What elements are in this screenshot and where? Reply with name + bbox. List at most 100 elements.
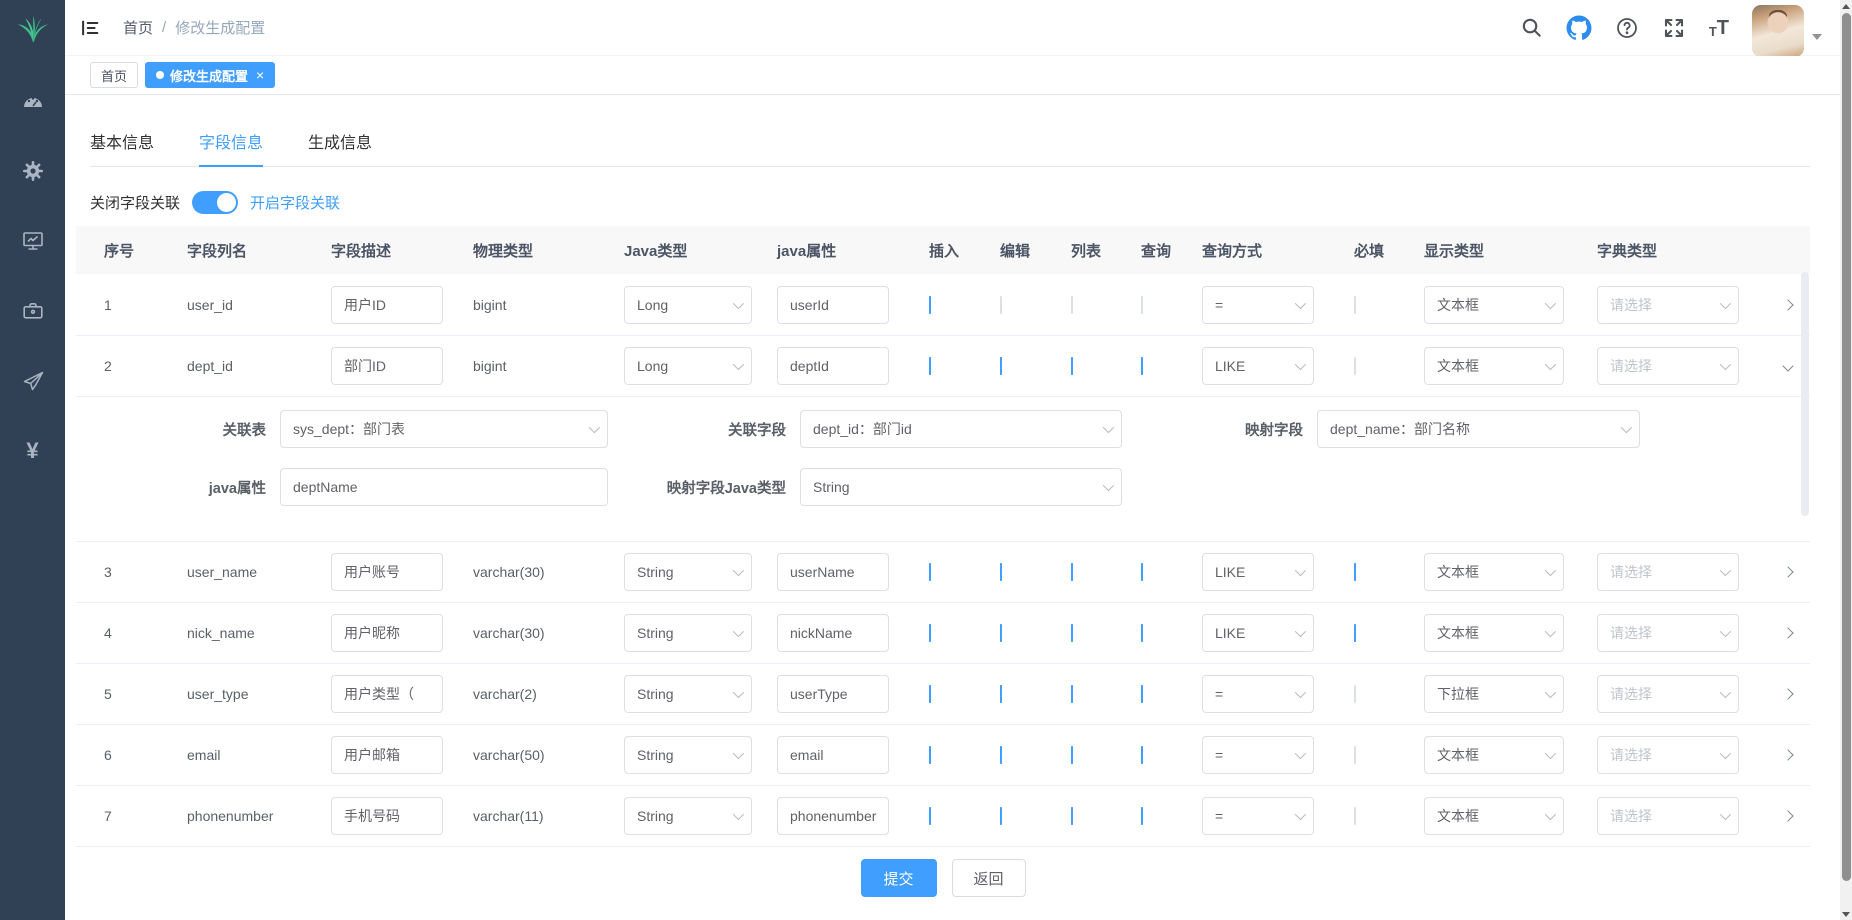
list-checkbox[interactable] bbox=[1071, 746, 1073, 764]
html-type-select[interactable]: 文本框 bbox=[1424, 614, 1564, 652]
insert-checkbox[interactable] bbox=[929, 807, 931, 825]
edit-checkbox[interactable] bbox=[1000, 685, 1002, 703]
query-mode-select[interactable]: = bbox=[1202, 797, 1314, 835]
github-icon[interactable] bbox=[1566, 15, 1592, 41]
page-scrollbar-thumb[interactable] bbox=[1842, 13, 1851, 881]
java-field-input[interactable]: email bbox=[777, 736, 889, 774]
java-field-input[interactable]: deptId bbox=[777, 347, 889, 385]
fullscreen-icon[interactable] bbox=[1662, 16, 1686, 40]
expand-toggle[interactable] bbox=[1779, 808, 1796, 825]
relation-field-select[interactable]: dept_id：部门id bbox=[800, 410, 1122, 448]
query-checkbox[interactable] bbox=[1141, 624, 1143, 642]
query-mode-select[interactable]: LIKE bbox=[1202, 614, 1314, 652]
edit-checkbox[interactable] bbox=[1000, 624, 1002, 642]
tab-generate-info[interactable]: 生成信息 bbox=[308, 129, 372, 166]
hamburger-icon[interactable] bbox=[79, 17, 101, 39]
app-logo[interactable] bbox=[0, 0, 65, 58]
relation-on-label[interactable]: 开启字段关联 bbox=[250, 192, 340, 213]
required-checkbox[interactable] bbox=[1354, 624, 1356, 642]
required-checkbox[interactable] bbox=[1354, 357, 1356, 375]
column-comment-input[interactable]: 用户邮箱 bbox=[331, 736, 443, 774]
edit-checkbox[interactable] bbox=[1000, 807, 1002, 825]
dict-type-select[interactable]: 请选择 bbox=[1597, 347, 1739, 385]
query-checkbox[interactable] bbox=[1141, 296, 1143, 314]
java-field-input[interactable]: userId bbox=[777, 286, 889, 324]
user-menu[interactable] bbox=[1752, 0, 1822, 57]
java-type-select[interactable]: String bbox=[624, 675, 752, 713]
required-checkbox[interactable] bbox=[1354, 807, 1356, 825]
insert-checkbox[interactable] bbox=[929, 746, 931, 764]
java-type-select[interactable]: Long bbox=[624, 347, 752, 385]
tag-close-icon[interactable]: × bbox=[256, 67, 264, 83]
table-scrollbar-thumb[interactable] bbox=[1801, 272, 1809, 516]
query-checkbox[interactable] bbox=[1141, 357, 1143, 375]
font-size-icon[interactable]: TT bbox=[1709, 18, 1729, 38]
insert-checkbox[interactable] bbox=[929, 357, 931, 375]
dict-type-select[interactable]: 请选择 bbox=[1597, 553, 1739, 591]
java-field-input[interactable]: phonenumber bbox=[777, 797, 889, 835]
relation-table-select[interactable]: sys_dept：部门表 bbox=[280, 410, 608, 448]
avatar[interactable] bbox=[1752, 5, 1804, 57]
search-icon[interactable] bbox=[1520, 16, 1543, 39]
required-checkbox[interactable] bbox=[1354, 746, 1356, 764]
edit-checkbox[interactable] bbox=[1000, 296, 1002, 314]
html-type-select[interactable]: 下拉框 bbox=[1424, 675, 1564, 713]
html-type-select[interactable]: 文本框 bbox=[1424, 553, 1564, 591]
map-field-select[interactable]: dept_name：部门名称 bbox=[1317, 410, 1640, 448]
java-field-input[interactable]: nickName bbox=[777, 614, 889, 652]
question-icon[interactable] bbox=[1615, 16, 1639, 40]
query-mode-select[interactable]: LIKE bbox=[1202, 553, 1314, 591]
query-mode-select[interactable]: = bbox=[1202, 286, 1314, 324]
map-java-type-select[interactable]: String bbox=[800, 468, 1122, 506]
query-checkbox[interactable] bbox=[1141, 807, 1143, 825]
edit-checkbox[interactable] bbox=[1000, 746, 1002, 764]
html-type-select[interactable]: 文本框 bbox=[1424, 347, 1564, 385]
tag-active[interactable]: 修改生成配置 × bbox=[145, 62, 275, 88]
java-type-select[interactable]: String bbox=[624, 797, 752, 835]
scroll-down-icon[interactable] bbox=[1840, 908, 1852, 920]
tab-field-info[interactable]: 字段信息 bbox=[199, 129, 263, 166]
list-checkbox[interactable] bbox=[1071, 296, 1073, 314]
expand-toggle[interactable] bbox=[1779, 747, 1796, 764]
query-mode-select[interactable]: LIKE bbox=[1202, 347, 1314, 385]
query-mode-select[interactable]: = bbox=[1202, 736, 1314, 774]
dict-type-select[interactable]: 请选择 bbox=[1597, 286, 1739, 324]
sidebar-item-monitor[interactable] bbox=[0, 206, 65, 276]
list-checkbox[interactable] bbox=[1071, 807, 1073, 825]
submit-button[interactable]: 提交 bbox=[861, 859, 937, 897]
list-checkbox[interactable] bbox=[1071, 357, 1073, 375]
java-attr-input[interactable]: deptName bbox=[280, 468, 608, 506]
column-comment-input[interactable]: 部门ID bbox=[331, 347, 443, 385]
required-checkbox[interactable] bbox=[1354, 296, 1356, 314]
edit-checkbox[interactable] bbox=[1000, 563, 1002, 581]
query-checkbox[interactable] bbox=[1141, 563, 1143, 581]
insert-checkbox[interactable] bbox=[929, 685, 931, 703]
insert-checkbox[interactable] bbox=[929, 624, 931, 642]
list-checkbox[interactable] bbox=[1071, 685, 1073, 703]
back-button[interactable]: 返回 bbox=[952, 859, 1026, 897]
edit-checkbox[interactable] bbox=[1000, 357, 1002, 375]
sidebar-item-dashboard[interactable] bbox=[0, 66, 65, 136]
sidebar-item-guide[interactable] bbox=[0, 346, 65, 416]
list-checkbox[interactable] bbox=[1071, 624, 1073, 642]
java-field-input[interactable]: userType bbox=[777, 675, 889, 713]
column-comment-input[interactable]: 用户账号 bbox=[331, 553, 443, 591]
insert-checkbox[interactable] bbox=[929, 296, 931, 314]
html-type-select[interactable]: 文本框 bbox=[1424, 736, 1564, 774]
java-type-select[interactable]: Long bbox=[624, 286, 752, 324]
column-comment-input[interactable]: 手机号码 bbox=[331, 797, 443, 835]
sidebar-item-pay[interactable]: ¥ bbox=[0, 416, 65, 486]
query-checkbox[interactable] bbox=[1141, 685, 1143, 703]
insert-checkbox[interactable] bbox=[929, 563, 931, 581]
html-type-select[interactable]: 文本框 bbox=[1424, 286, 1564, 324]
expand-toggle[interactable] bbox=[1779, 686, 1796, 703]
sidebar-item-tool[interactable] bbox=[0, 276, 65, 346]
expand-toggle[interactable] bbox=[1779, 625, 1796, 642]
expand-toggle[interactable] bbox=[1779, 358, 1796, 375]
sidebar-item-system[interactable] bbox=[0, 136, 65, 206]
list-checkbox[interactable] bbox=[1071, 563, 1073, 581]
required-checkbox[interactable] bbox=[1354, 563, 1356, 581]
column-comment-input[interactable]: 用户昵称 bbox=[331, 614, 443, 652]
java-type-select[interactable]: String bbox=[624, 553, 752, 591]
query-checkbox[interactable] bbox=[1141, 746, 1143, 764]
